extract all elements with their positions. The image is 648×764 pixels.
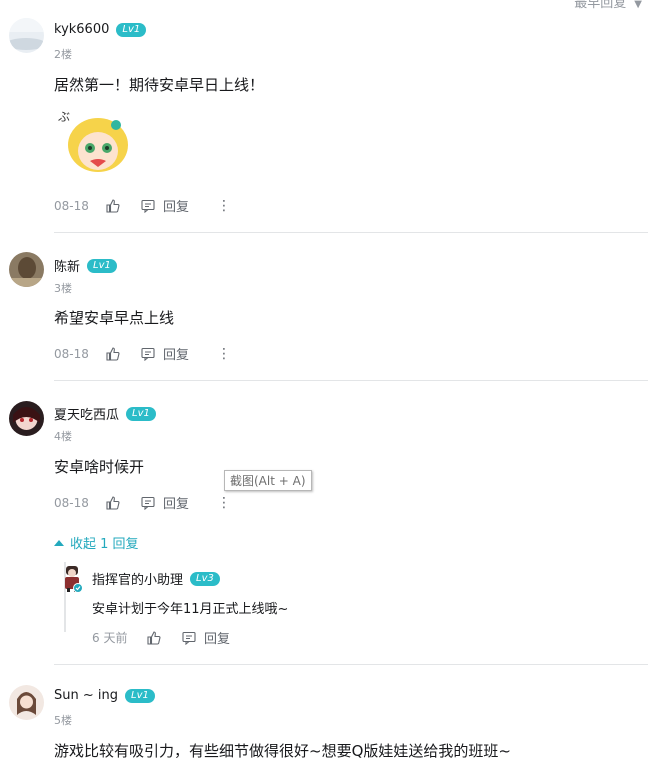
thumbs-up-icon[interactable] — [106, 346, 120, 361]
collapse-label: 收起 1 回复 — [70, 537, 139, 552]
reply-label: 回复 — [163, 348, 190, 363]
divider — [54, 664, 648, 665]
divider — [54, 232, 648, 233]
avatar[interactable] — [9, 401, 44, 436]
reply-label: 回复 — [204, 632, 231, 647]
level-badge: Lv1 — [126, 406, 156, 421]
divider — [54, 380, 648, 381]
username[interactable]: kyk6600 — [54, 22, 109, 37]
thumbs-up-icon[interactable] — [147, 630, 161, 645]
reply-icon — [141, 199, 155, 213]
avatar[interactable] — [62, 566, 83, 593]
sticker-caption: ぶ — [58, 110, 70, 124]
username[interactable]: 指挥官的小助理 — [92, 569, 183, 588]
reply-text: 安卓计划于今年11月正式上线哦~ — [92, 602, 289, 617]
comment-text: 安卓啥时候开 — [54, 458, 145, 476]
level-badge: Lv1 — [125, 688, 155, 703]
floor-number: 3楼 — [54, 282, 72, 295]
reply-label: 回复 — [163, 200, 190, 215]
reply-icon — [141, 347, 155, 361]
floor-number: 4楼 — [54, 430, 72, 443]
comment-date: 08-18 — [54, 495, 89, 510]
floor-number: 5楼 — [54, 714, 72, 727]
more-options-icon[interactable]: ⋮ — [217, 496, 231, 510]
username[interactable]: 陈新 — [54, 256, 80, 275]
screenshot-tooltip: 截图(Alt + A) — [224, 470, 312, 491]
reply-button[interactable]: 回复 — [141, 196, 189, 215]
more-options-icon[interactable]: ⋮ — [217, 347, 231, 361]
comment-text: 居然第一！期待安卓早日上线！ — [54, 76, 265, 94]
floor-number: 2楼 — [54, 48, 72, 61]
sort-order-dropdown[interactable]: 最早回复 ▼ — [574, 0, 642, 11]
avatar[interactable] — [9, 685, 44, 720]
thumbs-up-icon[interactable] — [106, 495, 120, 510]
comment-date: 08-18 — [54, 346, 89, 361]
more-options-icon[interactable]: ⋮ — [217, 199, 231, 213]
comment-text: 希望安卓早点上线 — [54, 309, 175, 327]
collapse-replies-button[interactable]: 收起 1 回复 — [54, 533, 139, 552]
chevron-down-icon: ▼ — [634, 0, 642, 10]
thumbs-up-icon[interactable] — [106, 198, 120, 213]
reply-button[interactable]: 回复 — [141, 344, 189, 363]
avatar[interactable] — [9, 18, 44, 53]
reply-button[interactable]: 回复 — [141, 493, 189, 512]
reply-label: 回复 — [163, 497, 190, 512]
sticker-image: ぶ — [54, 101, 140, 177]
reply-date: 6 天前 — [92, 631, 128, 645]
level-badge: Lv1 — [116, 22, 147, 37]
reply-button[interactable]: 回复 — [182, 628, 230, 647]
reply-icon — [182, 631, 196, 645]
level-badge: Lv3 — [190, 571, 220, 586]
comment-date: 08-18 — [54, 198, 89, 213]
avatar[interactable] — [9, 252, 44, 287]
verified-icon — [73, 583, 83, 593]
reply-icon — [141, 496, 155, 510]
level-badge: Lv1 — [87, 258, 117, 273]
username[interactable]: 夏天吃西瓜 — [54, 404, 119, 423]
username[interactable]: Sun ~ ing — [54, 688, 118, 703]
comment-text: 游戏比较有吸引力，有些细节做得很好~想要Q版娃娃送给我的班班~ — [54, 742, 511, 760]
caret-up-icon — [54, 539, 64, 546]
sort-order-label: 最早回复 — [574, 0, 627, 11]
